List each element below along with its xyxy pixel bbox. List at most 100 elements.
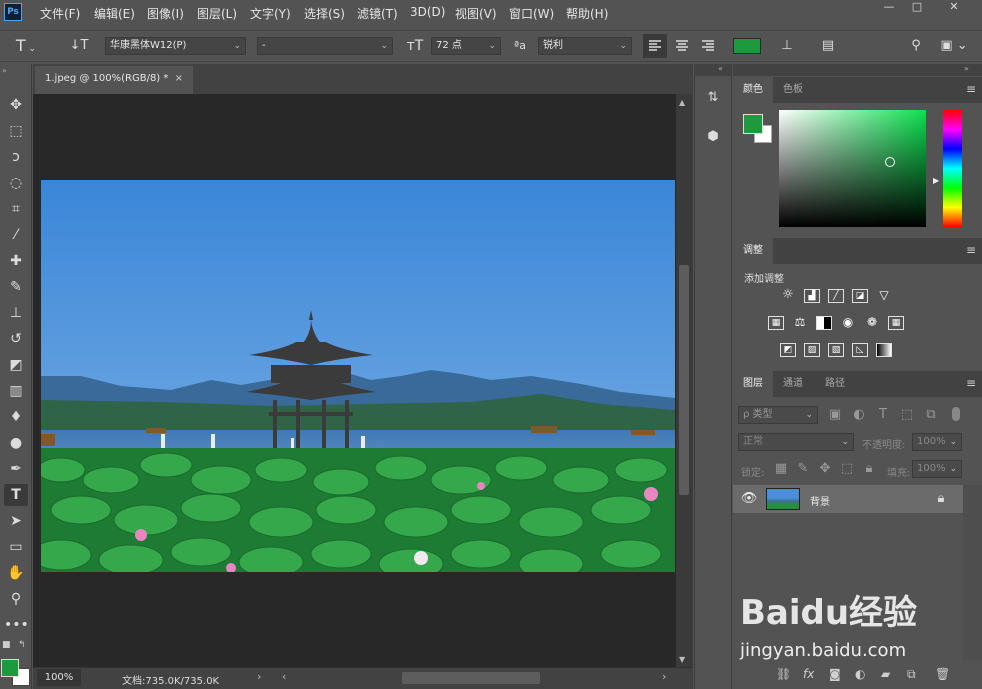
marquee-tool-icon[interactable]: ⬚	[4, 120, 28, 142]
black-white-icon[interactable]	[816, 316, 832, 330]
hand-tool-icon[interactable]: ✋	[4, 562, 28, 584]
workspace-switcher-icon[interactable]: ▣ ⌄	[936, 37, 972, 55]
new-layer-icon[interactable]: ⧉	[907, 667, 916, 682]
blur-tool-icon[interactable]: ♦	[4, 406, 28, 428]
vertical-scroll-thumb[interactable]	[679, 265, 689, 495]
collapse-tools-icon[interactable]: »	[2, 66, 7, 75]
pen-tool-icon[interactable]: ✒	[4, 458, 28, 480]
tab-layers[interactable]: 图层	[733, 371, 773, 397]
photo-filter-icon[interactable]: ◉	[840, 316, 856, 330]
maximize-button[interactable]: □	[903, 0, 931, 16]
rectangle-tool-icon[interactable]: ▭	[4, 536, 28, 558]
lock-position-icon[interactable]: ✥	[816, 460, 834, 478]
swap-colors-icon[interactable]: ↰	[18, 640, 26, 650]
antialias-select[interactable]: 锐利 ⌄	[538, 37, 632, 55]
collapse-panels-icon[interactable]: »	[964, 64, 969, 73]
healing-brush-tool-icon[interactable]: ✚	[4, 250, 28, 272]
menu-filter[interactable]: 滤镜(T)	[357, 5, 398, 22]
vibrance-icon[interactable]: ▽	[876, 289, 892, 303]
eyedropper-tool-icon[interactable]: ⁄	[4, 224, 28, 246]
clone-stamp-tool-icon[interactable]: ⊥	[4, 302, 28, 324]
blend-mode-select[interactable]: 正常 ⌄	[738, 433, 854, 451]
delete-layer-icon[interactable]: 🗑︎	[935, 667, 950, 681]
color-field[interactable]	[779, 110, 926, 227]
status-menu-arrow-icon[interactable]: ›	[257, 670, 261, 683]
menu-window[interactable]: 窗口(W)	[509, 5, 554, 22]
color-panel-menu-icon[interactable]: ≡	[966, 82, 976, 96]
font-size-select[interactable]: 72 点 ⌄	[431, 37, 501, 55]
gradient-tool-icon[interactable]: ▥	[4, 380, 28, 402]
quick-select-tool-icon[interactable]: ◌	[4, 172, 28, 194]
lock-image-pixels-icon[interactable]: ✎	[794, 460, 812, 478]
scroll-up-icon[interactable]: ▲	[679, 98, 685, 107]
scroll-down-icon[interactable]: ▼	[679, 655, 685, 664]
fill-field[interactable]: 100% ⌄	[912, 460, 962, 478]
eraser-tool-icon[interactable]: ◩	[4, 354, 28, 376]
lock-all-icon[interactable]: 🔒︎	[860, 460, 878, 478]
search-icon[interactable]: ⚲	[905, 37, 927, 55]
path-selection-tool-icon[interactable]: ➤	[4, 510, 28, 532]
dodge-tool-icon[interactable]: ●	[4, 432, 28, 454]
brush-tool-icon[interactable]: ✎	[4, 276, 28, 298]
filter-type-layers-icon[interactable]: T	[874, 406, 892, 424]
lock-artboard-icon[interactable]: ⬚	[838, 460, 856, 478]
zoom-tool-icon[interactable]: ⚲	[4, 588, 28, 610]
scroll-left-icon[interactable]: ‹	[282, 670, 286, 683]
link-layers-icon[interactable]: ⛓	[776, 667, 791, 681]
filter-shape-layers-icon[interactable]: ⬚	[898, 406, 916, 424]
hue-slider-handle-icon[interactable]: ▶	[933, 176, 939, 185]
hue-saturation-icon[interactable]: ▦	[768, 316, 784, 330]
opacity-field[interactable]: 100% ⌄	[912, 433, 962, 451]
filter-toggle-icon[interactable]	[952, 407, 960, 421]
menu-view[interactable]: 视图(V)	[455, 5, 497, 22]
history-panel-icon[interactable]: ⇅	[702, 89, 724, 107]
new-adjustment-layer-icon[interactable]: ◐	[855, 667, 865, 681]
layer-style-icon[interactable]: fx	[803, 667, 814, 681]
levels-icon[interactable]: ▟	[804, 289, 820, 303]
tab-paths[interactable]: 路径	[815, 371, 855, 397]
close-tab-icon[interactable]: ×	[175, 73, 183, 84]
menu-edit[interactable]: 编辑(E)	[94, 5, 135, 22]
scroll-right-icon[interactable]: ›	[662, 670, 666, 683]
tab-channels[interactable]: 通道	[773, 371, 813, 397]
align-left-button[interactable]	[643, 34, 667, 58]
default-colors-icon[interactable]: ■	[2, 640, 11, 650]
minimize-button[interactable]: —	[875, 0, 903, 16]
invert-icon[interactable]: ◩	[780, 343, 796, 357]
new-group-icon[interactable]: ▰	[881, 667, 890, 681]
font-style-select[interactable]: - ⌄	[257, 37, 393, 55]
menu-file[interactable]: 文件(F)	[40, 5, 80, 22]
warp-text-icon[interactable]: ⊥	[776, 37, 798, 55]
filter-pixel-layers-icon[interactable]: ▣	[826, 406, 844, 424]
crop-tool-icon[interactable]: ⌗	[4, 198, 28, 220]
selective-color-icon[interactable]: ◺	[852, 343, 868, 357]
tab-color[interactable]: 颜色	[733, 77, 773, 103]
menu-image[interactable]: 图像(I)	[147, 5, 184, 22]
color-panel-foreground-swatch[interactable]	[743, 114, 763, 134]
move-tool-icon[interactable]: ✥	[4, 94, 28, 116]
add-mask-icon[interactable]: ◙	[829, 667, 841, 681]
menu-help[interactable]: 帮助(H)	[566, 5, 608, 22]
filter-smart-objects-icon[interactable]: ⧉	[922, 406, 940, 424]
hue-slider[interactable]	[943, 110, 962, 227]
edit-toolbar-icon[interactable]: •••	[4, 614, 29, 636]
menu-type[interactable]: 文字(Y)	[250, 5, 291, 22]
zoom-field[interactable]: 100%	[37, 669, 81, 686]
gradient-map-icon[interactable]	[876, 343, 892, 357]
layers-panel-menu-icon[interactable]: ≡	[966, 376, 976, 390]
dock-collapse-strip[interactable]	[694, 64, 732, 76]
tab-swatches[interactable]: 色板	[773, 77, 813, 103]
horizontal-scroll-thumb[interactable]	[402, 672, 540, 684]
lasso-tool-icon[interactable]: ↄ	[4, 146, 28, 168]
type-tool-icon[interactable]: T	[4, 484, 28, 506]
curves-icon[interactable]: ╱	[828, 289, 844, 303]
menu-select[interactable]: 选择(S)	[304, 5, 345, 22]
foreground-color-swatch[interactable]	[1, 659, 19, 677]
layer-kind-filter[interactable]: ρ 类型 ⌄	[738, 406, 818, 424]
channel-mixer-icon[interactable]: ❁	[864, 316, 880, 330]
collapse-dock-icon[interactable]: «	[718, 64, 723, 73]
align-right-button[interactable]	[696, 34, 720, 58]
eye-icon[interactable]: 👁︎	[740, 490, 758, 508]
filter-adjustment-layers-icon[interactable]: ◐	[850, 406, 868, 424]
3d-panel-icon[interactable]: ⬢	[702, 128, 724, 146]
